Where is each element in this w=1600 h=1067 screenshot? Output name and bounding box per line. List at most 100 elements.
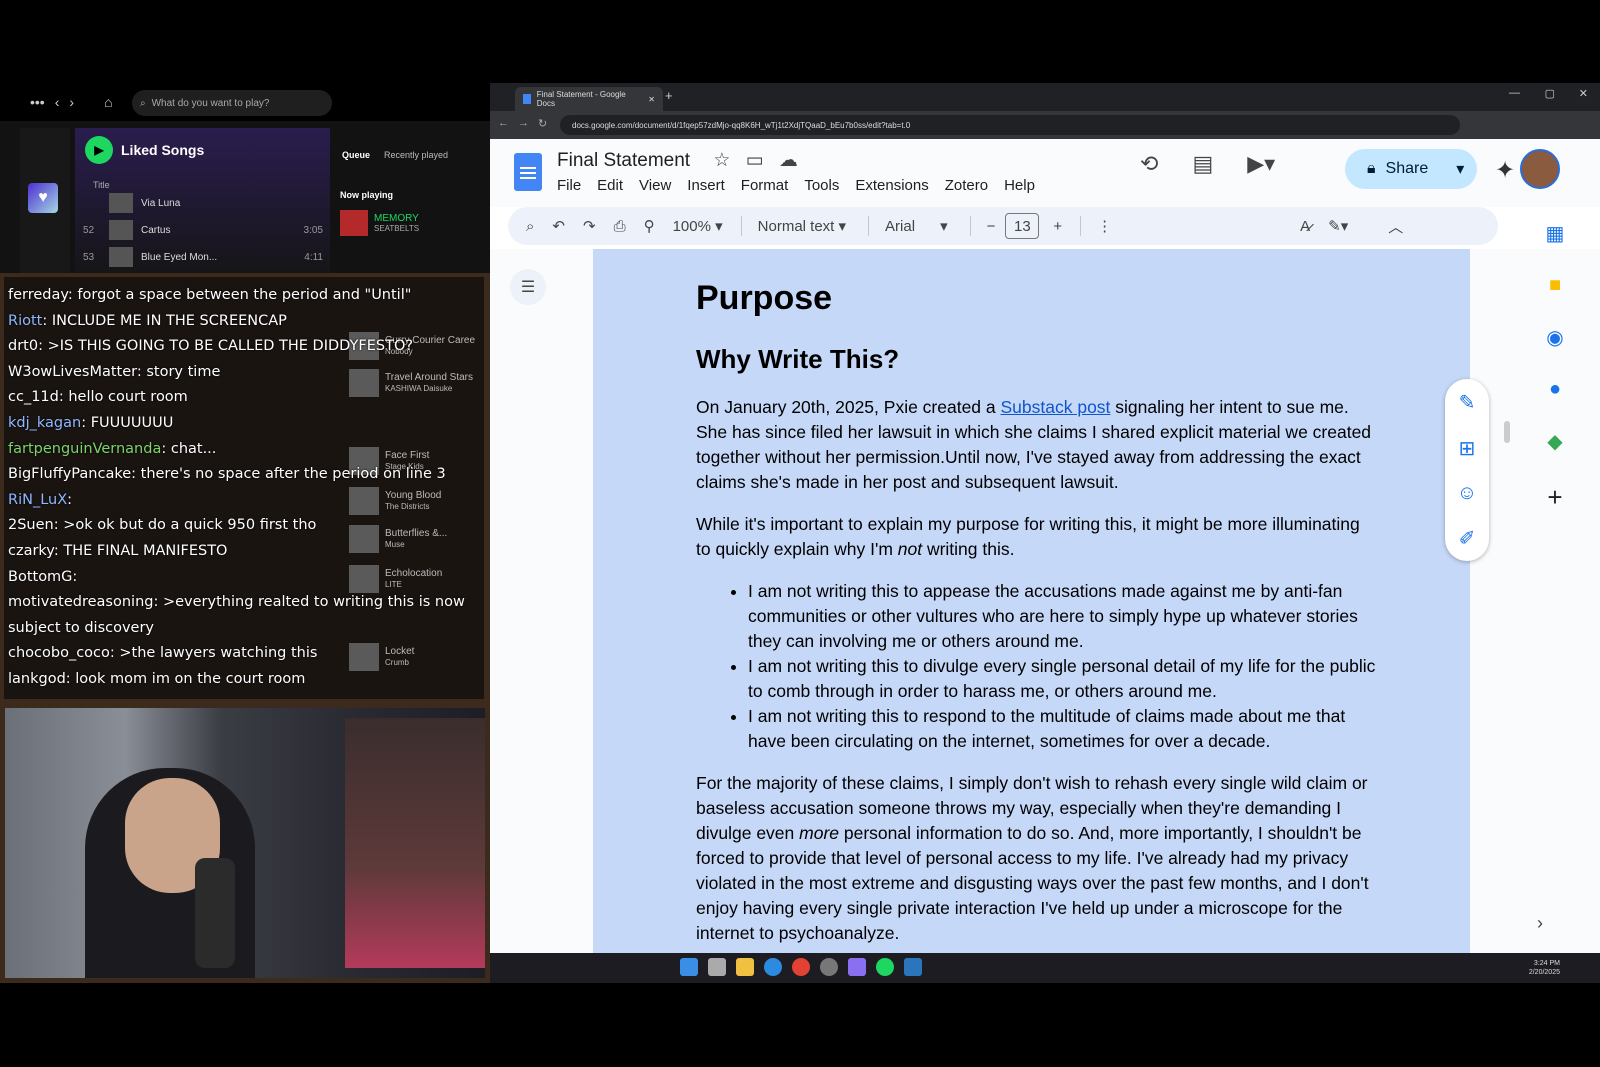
tab-google-docs[interactable]: Final Statement - Google Docs ✕	[515, 87, 663, 111]
chat-username[interactable]: BottomG	[8, 569, 72, 585]
now-playing-item[interactable]: MEMORY SEATBELTS	[340, 210, 419, 236]
track-row[interactable]: Via Luna	[83, 188, 323, 218]
menu-zotero[interactable]: Zotero	[945, 177, 988, 194]
close-window-icon[interactable]: ✕	[1579, 87, 1588, 100]
menu-insert[interactable]: Insert	[687, 177, 725, 194]
new-tab-button[interactable]: +	[665, 88, 673, 103]
minimize-icon[interactable]: —	[1509, 87, 1520, 99]
undo-icon[interactable]: ↶	[552, 217, 565, 235]
increase-font-button[interactable]: +	[1053, 218, 1062, 235]
close-tab-icon[interactable]: ✕	[648, 95, 655, 104]
url-input[interactable]: docs.google.com/document/d/1fqep57zdMjo-…	[560, 115, 1460, 135]
reload-icon[interactable]: ↻	[538, 117, 547, 130]
editing-mode-icon[interactable]: ✎▾	[1328, 217, 1348, 235]
scrollbar[interactable]	[1504, 421, 1510, 443]
task-view-icon[interactable]	[708, 958, 726, 976]
queue-tab[interactable]: Queue	[342, 150, 370, 160]
menu-extensions[interactable]: Extensions	[855, 177, 928, 194]
play-button[interactable]: ▶	[85, 136, 113, 164]
font-size-input[interactable]: 13	[1005, 213, 1040, 239]
chat-username[interactable]: czarky	[8, 543, 54, 559]
obs-icon[interactable]	[820, 958, 838, 976]
chat-username[interactable]: ferreday	[8, 287, 68, 303]
chat-username[interactable]: W3owLivesMatter	[8, 364, 137, 380]
spellcheck-icon[interactable]: A̷	[1300, 218, 1310, 235]
back-icon[interactable]: ‹	[55, 94, 60, 110]
chevron-down-icon[interactable]: ▾	[1456, 159, 1464, 179]
track-row[interactable]: 53 Blue Eyed Mon... 4:11	[83, 242, 323, 272]
substack-link[interactable]: Substack post	[1001, 397, 1111, 417]
contacts-icon[interactable]: ●	[1549, 378, 1561, 401]
file-explorer-icon[interactable]	[736, 958, 754, 976]
document-body[interactable]: Purpose Why Write This? On January 20th,…	[696, 279, 1376, 953]
spotify-icon[interactable]	[876, 958, 894, 976]
outline-icon[interactable]: ☰	[510, 269, 546, 305]
home-icon[interactable]: ⌂	[104, 94, 112, 110]
chevron-right-icon[interactable]: ›	[1537, 913, 1543, 934]
liked-songs-icon[interactable]: ♥	[28, 183, 58, 213]
menu-help[interactable]: Help	[1004, 177, 1035, 194]
document-page[interactable]: Purpose Why Write This? On January 20th,…	[593, 249, 1470, 953]
menu-format[interactable]: Format	[741, 177, 789, 194]
get-addons-icon[interactable]: +	[1547, 482, 1562, 513]
gemini-icon[interactable]: ✦	[1495, 156, 1515, 185]
cloud-status-icon[interactable]: ☁	[779, 150, 798, 171]
steam-icon[interactable]	[904, 958, 922, 976]
maximize-icon[interactable]: ▢	[1545, 87, 1555, 100]
style-select[interactable]: Normal text ▾	[758, 217, 846, 235]
paint-format-icon[interactable]: ⚲	[644, 217, 655, 235]
docs-logo-icon[interactable]	[514, 153, 542, 191]
start-icon[interactable]	[680, 958, 698, 976]
forward-icon[interactable]: →	[518, 117, 529, 129]
collapse-toolbar-icon[interactable]: ︿	[1388, 216, 1403, 237]
suggest-edits-icon[interactable]: ✐	[1459, 526, 1476, 551]
chat-username[interactable]: drt0	[8, 338, 38, 354]
comments-icon[interactable]: ▤	[1192, 151, 1213, 177]
zoom-select[interactable]: 100% ▾	[673, 217, 723, 235]
share-button[interactable]: 🔒︎ Share ▾	[1345, 149, 1477, 189]
add-comment-icon[interactable]: ⊞	[1459, 436, 1476, 461]
menu-view[interactable]: View	[639, 177, 671, 194]
chat-username[interactable]: 2Suen	[8, 517, 54, 533]
search-icon[interactable]: ⌕	[526, 218, 534, 235]
more-icon[interactable]: •••	[30, 94, 45, 110]
edit-suggest-icon[interactable]: ✎	[1459, 390, 1476, 415]
spotify-search-input[interactable]: ⌕ What do you want to play?	[132, 90, 332, 116]
decrease-font-button[interactable]: −	[987, 218, 996, 235]
system-clock[interactable]: 3:24 PM 2/20/2025	[1529, 959, 1560, 977]
forward-icon[interactable]: ›	[69, 94, 74, 110]
star-icon[interactable]: ☆	[713, 150, 730, 171]
print-icon[interactable]: ⎙	[614, 218, 626, 235]
tasks-icon[interactable]: ◉	[1546, 325, 1563, 350]
chat-username[interactable]: RiN_LuX	[8, 492, 67, 508]
app-icon[interactable]	[848, 958, 866, 976]
chat-username[interactable]: cc_11d	[8, 389, 59, 405]
chrome-icon[interactable]	[792, 958, 810, 976]
chat-username[interactable]: Riott	[8, 313, 42, 329]
edge-icon[interactable]	[764, 958, 782, 976]
document-title[interactable]: Final Statement ☆ ▭ ☁	[557, 149, 798, 172]
menu-edit[interactable]: Edit	[597, 177, 623, 194]
calendar-icon[interactable]: ▦	[1546, 221, 1565, 246]
chat-username[interactable]: kdj_kagan	[8, 415, 81, 431]
chat-username[interactable]: lankgod	[8, 671, 66, 687]
font-select[interactable]: Arial ▾	[885, 217, 948, 235]
chat-username[interactable]: chocobo_coco	[8, 645, 110, 661]
version-history-icon[interactable]: ⟲	[1140, 151, 1158, 177]
track-row[interactable]: 52 Cartus 3:05	[83, 215, 323, 245]
meet-icon[interactable]: ▶︎▾	[1247, 151, 1275, 177]
emoji-reaction-icon[interactable]: ☺	[1457, 482, 1477, 505]
move-folder-icon[interactable]: ▭	[746, 150, 764, 171]
recently-played-tab[interactable]: Recently played	[384, 150, 448, 160]
keep-icon[interactable]: ■	[1549, 274, 1561, 297]
redo-icon[interactable]: ↷	[583, 217, 596, 235]
more-options-icon[interactable]: ⋮	[1097, 217, 1112, 235]
chat-username[interactable]: fartpenguinVernanda	[8, 441, 161, 457]
chat-username[interactable]: motivatedreasoning	[8, 594, 153, 610]
chat-username[interactable]: BigFluffyPancake	[8, 466, 131, 482]
menu-file[interactable]: File	[557, 177, 581, 194]
back-icon[interactable]: ←	[498, 117, 509, 129]
avatar[interactable]	[1520, 149, 1560, 189]
maps-icon[interactable]: ◆	[1547, 429, 1562, 454]
menu-tools[interactable]: Tools	[804, 177, 839, 194]
